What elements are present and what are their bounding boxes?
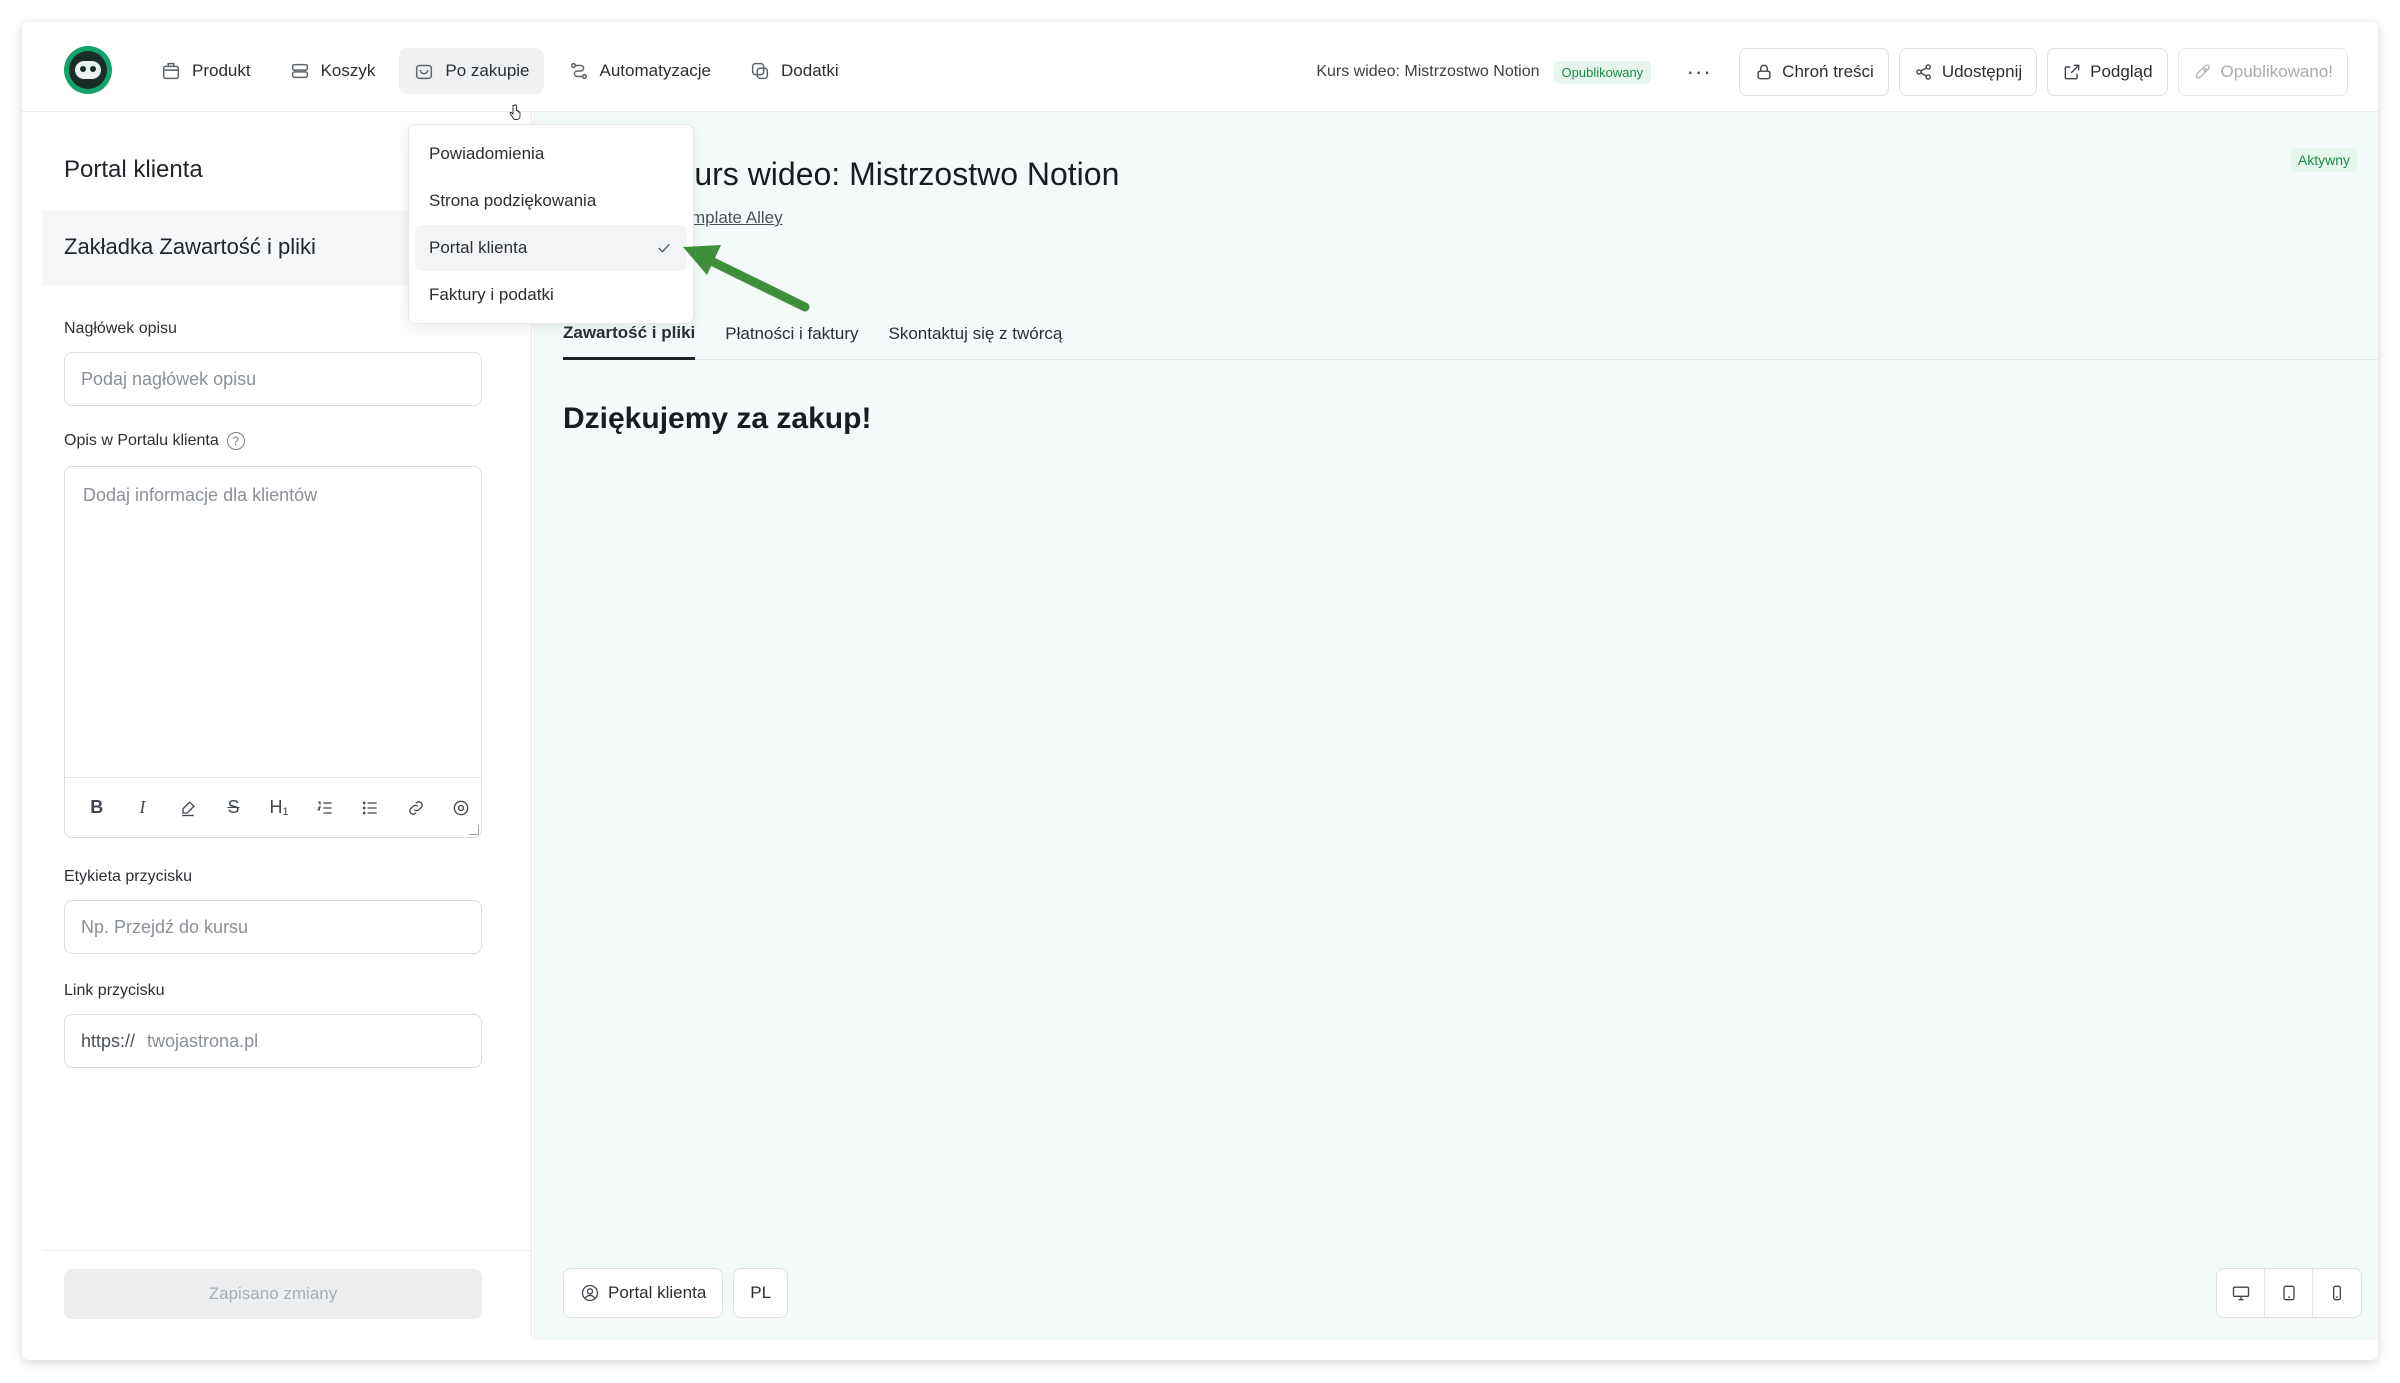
nav-item-produkt[interactable]: Produkt xyxy=(146,48,265,94)
top-bar: Produkt Koszyk Po zakupie Automatyzacje … xyxy=(22,22,2378,112)
protect-content-button[interactable]: Chroń treści xyxy=(1739,48,1889,96)
desc-header-input[interactable]: Podaj nagłówek opisu xyxy=(64,352,482,406)
automation-icon xyxy=(570,62,587,80)
published-button[interactable]: Opublikowano! xyxy=(2177,48,2348,96)
hand-cursor-icon xyxy=(509,104,521,120)
save-button[interactable]: Zapisano zmiany xyxy=(64,1269,482,1319)
help-icon[interactable]: ? xyxy=(226,432,245,450)
main-nav: Produkt Koszyk Po zakupie Automatyzacje … xyxy=(146,48,853,94)
status-badge: Opublikowany xyxy=(1553,60,1652,84)
nav-item-po-zakupie[interactable]: Po zakupie xyxy=(399,48,544,94)
product-title: Kurs wideo: Mistrzostwo Notion xyxy=(673,156,1120,192)
check-icon xyxy=(658,243,670,253)
annotation-arrow-icon xyxy=(683,245,810,312)
resize-handle[interactable] xyxy=(469,825,479,835)
menu-item-thank-you-page[interactable]: Strona podziękowania xyxy=(415,178,687,224)
bullet-list-icon[interactable] xyxy=(350,788,390,828)
highlight-icon[interactable] xyxy=(168,788,208,828)
cart-icon xyxy=(291,63,308,79)
button-link-label: Link przycisku xyxy=(64,982,165,999)
desktop-icon xyxy=(2232,1286,2249,1301)
button-label-label: Etykieta przycisku xyxy=(64,868,193,885)
rich-text-toolbar: B I S H1 xyxy=(65,777,481,837)
heading-icon[interactable]: H1 xyxy=(259,788,299,828)
lock-icon xyxy=(1757,64,1771,80)
user-circle-icon xyxy=(581,1284,599,1302)
bold-icon[interactable]: B xyxy=(77,788,117,828)
po-zakupie-dropdown: Powiadomienia Strona podziękowania Porta… xyxy=(408,124,694,324)
share-button[interactable]: Udostępnij xyxy=(1898,48,2038,96)
clear-format-icon[interactable] xyxy=(442,788,482,828)
tablet-icon xyxy=(2282,1285,2295,1301)
preview-tabs: Zawartość i pliki Płatności i faktury Sk… xyxy=(563,308,2378,360)
panel-title: Portal klienta xyxy=(64,156,203,183)
more-options-button[interactable]: ··· xyxy=(1679,59,1719,85)
tab-contact-creator[interactable]: Skontaktuj się z twórcą xyxy=(889,308,1063,360)
desc-header-label: Nagłówek opisu xyxy=(64,320,177,337)
device-switcher xyxy=(2216,1268,2362,1318)
desktop-view-button[interactable] xyxy=(2217,1269,2265,1317)
rocket-icon xyxy=(2195,64,2210,79)
nav-item-automatyzacje[interactable]: Automatyzacje xyxy=(554,48,726,94)
portal-client-button[interactable]: Portal klienta xyxy=(563,1268,724,1318)
nav-item-koszyk[interactable]: Koszyk xyxy=(275,48,390,94)
menu-item-notifications[interactable]: Powiadomienia xyxy=(415,131,687,177)
tablet-view-button[interactable] xyxy=(2265,1269,2313,1317)
portal-desc-label: Opis w Portalu klienta ? xyxy=(64,432,245,450)
italic-icon[interactable]: I xyxy=(123,788,163,828)
preview-button[interactable]: Podgląd xyxy=(2047,48,2168,96)
share-icon xyxy=(1916,64,1931,80)
sloth-logo-icon xyxy=(75,61,101,79)
app-window: Produkt Koszyk Po zakupie Automatyzacje … xyxy=(22,22,2378,1360)
course-title: Kurs wideo: Mistrzostwo Notion xyxy=(1316,63,1540,80)
bag-icon xyxy=(416,64,433,80)
url-prefix: https:// xyxy=(81,1030,136,1051)
external-link-icon xyxy=(2064,64,2080,80)
addon-icon xyxy=(751,62,769,80)
header-actions: Kurs wideo: Mistrzostwo Notion Opublikow… xyxy=(1316,48,2348,96)
nav-item-dodatki[interactable]: Dodatki xyxy=(735,48,853,94)
app-logo[interactable] xyxy=(64,46,112,94)
menu-item-customer-portal[interactable]: Portal klienta xyxy=(415,225,687,271)
thank-you-heading: Dziękujemy za zakup! xyxy=(563,402,872,435)
language-button[interactable]: PL xyxy=(733,1268,789,1318)
menu-item-invoices-taxes[interactable]: Faktury i podatki xyxy=(415,272,687,318)
strikethrough-icon[interactable]: S xyxy=(214,788,254,828)
mobile-icon xyxy=(2333,1285,2341,1301)
portal-desc-editor[interactable]: Dodaj informacje dla klientów B I S H1 xyxy=(64,466,482,838)
active-badge: Aktywny xyxy=(2289,148,2358,172)
preview-controls: Portal klienta PL xyxy=(563,1268,789,1318)
mobile-view-button[interactable] xyxy=(2313,1269,2361,1317)
ordered-list-icon[interactable] xyxy=(305,788,345,828)
box-icon xyxy=(162,62,180,80)
panel-footer: Zapisano zmiany xyxy=(42,1250,531,1340)
button-link-input[interactable]: https:// twojastrona.pl xyxy=(64,1014,482,1068)
link-icon[interactable] xyxy=(396,788,436,828)
button-label-input[interactable]: Np. Przejdź do kursu xyxy=(64,900,482,954)
